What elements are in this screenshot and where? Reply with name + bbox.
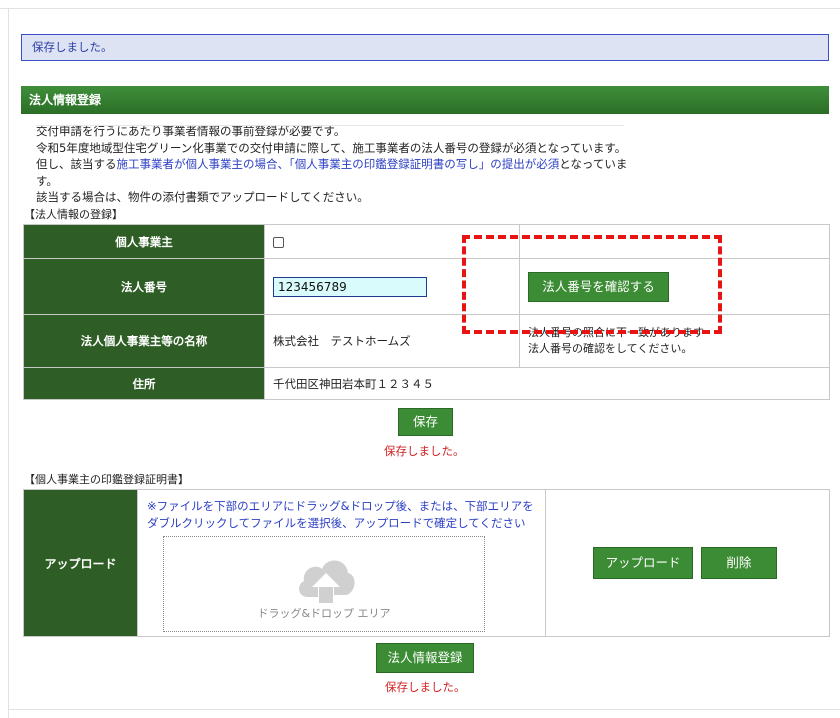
- upload-drop-cell: ※ファイルを下部のエリアにドラッグ&ドロップ後、または、下部エリアをダブルクリッ…: [137, 489, 546, 637]
- note-line-3-emphasis: 施工事業者が個人事業主の場合、「個人事業主の印鑑登録証明書の写し」の提出が必須: [116, 157, 560, 171]
- upload-button[interactable]: アップロード: [593, 547, 693, 579]
- sole-proprietor-checkbox[interactable]: [273, 236, 284, 248]
- register-status: 保存しました。: [385, 680, 466, 694]
- delete-button[interactable]: 削除: [700, 547, 777, 579]
- corp-name-label: 法人個人事業主等の名称: [23, 314, 265, 368]
- register-corp-info-button[interactable]: 法人情報登録: [376, 643, 474, 673]
- upload-actions-cell: アップロード 削除: [545, 489, 830, 637]
- note-line-4: 該当する場合は、物件の添付書類でアップロードしてください。: [36, 190, 369, 204]
- page-bottom-border: [8, 709, 840, 710]
- page-top-border: [0, 8, 840, 9]
- highlight-annotation-box: [462, 235, 722, 334]
- drop-zone-label: ドラッグ&ドロップ エリア: [257, 607, 391, 620]
- corp-name-message-2: 法人番号の確認をしてください。: [528, 342, 693, 355]
- row-address: 住所 千代田区神田岩本町１２３４５: [23, 367, 830, 400]
- sole-proprietor-label: 個人事業主: [23, 224, 265, 259]
- note-line-3-prefix: 但し、該当する: [36, 157, 117, 171]
- seal-cert-upload-table: アップロード ※ファイルを下部のエリアにドラッグ&ドロップ後、または、下部エリア…: [23, 489, 830, 637]
- upload-cloud-icon: [299, 560, 355, 603]
- seal-cert-heading: 【個人事業主の印鑑登録証明書】: [24, 473, 189, 486]
- save-notice-banner: 保存しました。: [21, 34, 829, 61]
- save-status: 保存しました。: [384, 444, 465, 458]
- upload-row-label: アップロード: [23, 489, 138, 637]
- address-label: 住所: [23, 367, 265, 400]
- corp-info-heading: 【法人情報の登録】: [24, 208, 123, 221]
- upload-actions: アップロード 削除: [547, 547, 828, 579]
- registration-notes: 交付申請を行うにあたり事業者情報の事前登録が必要です。 令和5年度地域型住宅グリ…: [36, 123, 636, 206]
- section-title: 法人情報登録: [21, 86, 829, 114]
- save-button[interactable]: 保存: [398, 408, 453, 436]
- upload-instruction: ※ファイルを下部のエリアにドラッグ&ドロップ後、または、下部エリアをダブルクリッ…: [147, 499, 534, 530]
- address-value: 千代田区神田岩本町１２３４５: [264, 367, 830, 400]
- drag-drop-zone[interactable]: ドラッグ&ドロップ エリア: [163, 536, 485, 632]
- note-line-2: 令和5年度地域型住宅グリーン化事業での交付申請に際して、施工事業者の法人番号の登…: [36, 140, 627, 155]
- corp-number-label: 法人番号: [23, 258, 265, 315]
- corp-number-input[interactable]: [273, 276, 427, 297]
- page-left-border: [8, 8, 9, 718]
- notes-divider: [36, 125, 624, 126]
- note-line-3: 但し、該当する施工事業者が個人事業主の場合、「個人事業主の印鑑登録証明書の写し」…: [36, 156, 636, 189]
